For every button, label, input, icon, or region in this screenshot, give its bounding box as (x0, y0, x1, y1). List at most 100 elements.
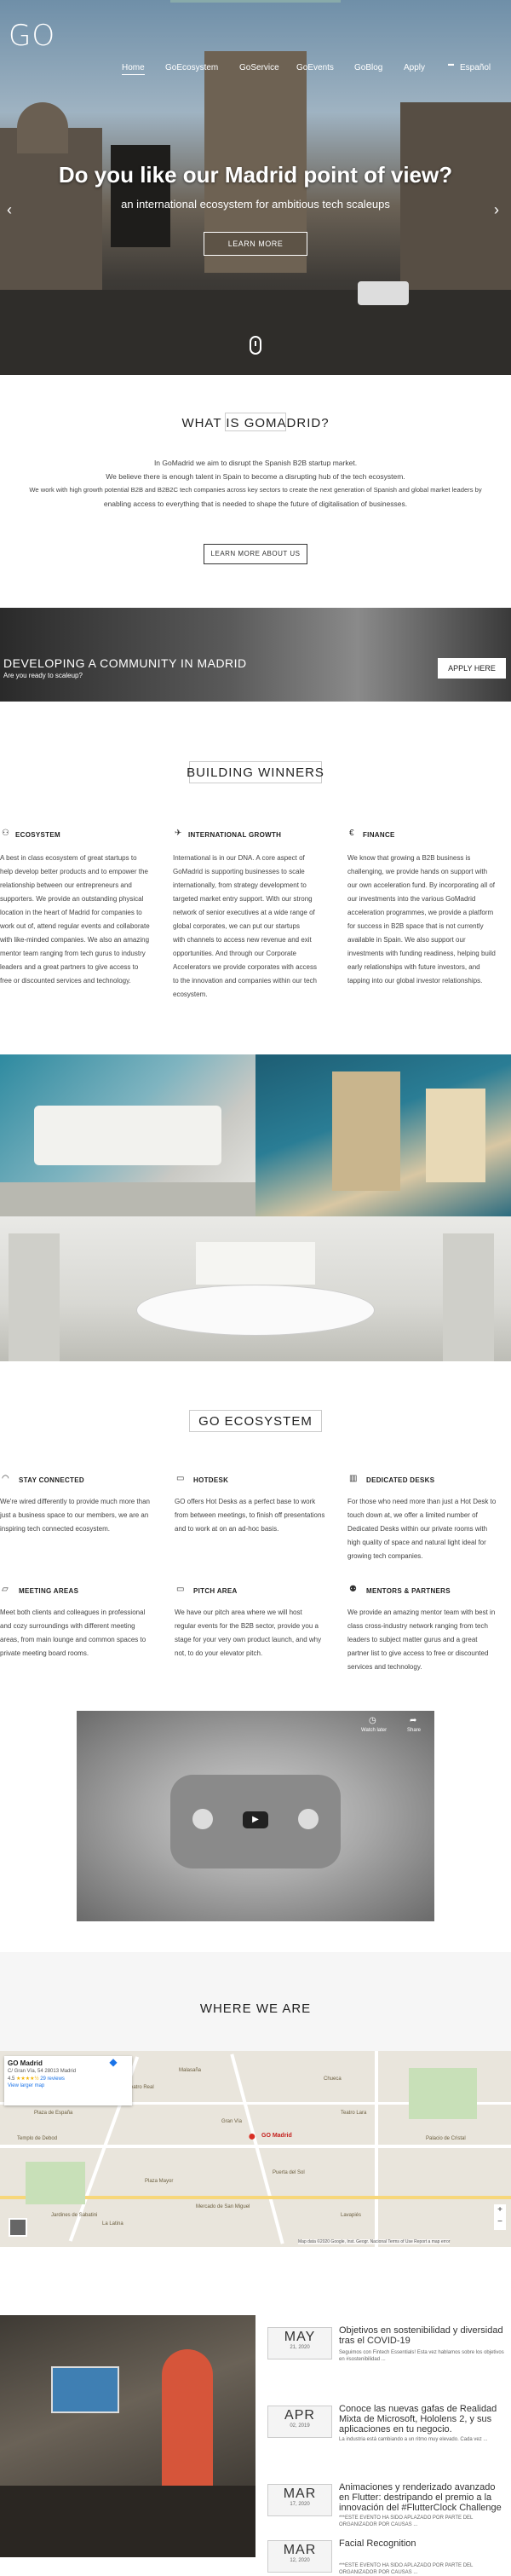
scroll-mouse-icon[interactable] (250, 336, 261, 355)
flag-icon: ▬ (448, 61, 454, 67)
nav-goservice[interactable]: GoService (239, 63, 279, 72)
event-date: MAY 21, 2020 (267, 2327, 332, 2359)
column-text: GoMadrid is supporting businesses to sca… (173, 868, 305, 875)
ecosystem-text: leaders to subject matter gurus and a gr… (347, 1636, 478, 1643)
column-text: network of senior executives at a wide r… (173, 909, 315, 916)
zoom-out-icon[interactable]: − (494, 2216, 506, 2228)
ecosystem-text: For those who need more than just a Hot … (347, 1498, 497, 1505)
share-icon[interactable]: ➦ (410, 1716, 416, 1725)
ecosystem-heading: MENTORS & PARTNERS (366, 1587, 451, 1595)
stars-icon: ★★★★½ (16, 2076, 39, 2082)
event-title[interactable]: Animaciones y renderizado avanzado en Fl… (339, 2482, 506, 2513)
ecosystem-text: inspiring tech connected ecosystem. (0, 1525, 110, 1533)
column-heading: FINANCE (363, 831, 395, 839)
plane-icon: ✈ (175, 829, 182, 838)
banner-title: DEVELOPING A COMMUNITY IN MADRID (3, 656, 247, 670)
event-month: APR (284, 2408, 315, 2423)
event-title[interactable]: Conoce las nuevas gafas de Realidad Mixt… (339, 2404, 506, 2434)
what-is-line-1: In GoMadrid we aim to disrupt the Spanis… (153, 459, 358, 467)
satellite-thumbnail[interactable] (9, 2218, 27, 2237)
car (358, 281, 409, 305)
column-text: location in the heart of Madrid for comp… (0, 909, 142, 916)
map-road (230, 2053, 284, 2244)
ecosystem-text: Meet both clients and colleagues in prof… (0, 1609, 146, 1616)
learn-more-button[interactable]: LEARN MORE (204, 232, 307, 256)
directions-icon[interactable]: ◆ (104, 2056, 123, 2075)
map-label: La Latina (102, 2221, 123, 2227)
ecosystem-text: stage for your very own product launch, … (175, 1636, 322, 1643)
column-text: our own acceleration fund. By incorporat… (347, 881, 495, 889)
map-label: Puerta del Sol (273, 2170, 305, 2175)
map-label: Lavapiés (341, 2213, 362, 2218)
zoom-controls[interactable]: + − (494, 2204, 506, 2230)
event-photo (0, 2315, 256, 2557)
what-is-title: WHAT IS GOMADRID? (181, 416, 330, 430)
chevron-left-icon[interactable]: ‹ (7, 201, 12, 219)
map-label: Mercado de San Miguel (196, 2204, 250, 2209)
office-photo-2 (256, 1054, 511, 1216)
reviews-link[interactable]: 29 reviews (40, 2076, 65, 2082)
laptop-icon: ▭ (176, 1474, 185, 1483)
logo[interactable]: GO (9, 19, 55, 53)
map-park (26, 2162, 85, 2204)
nav-language[interactable]: Español (460, 63, 491, 72)
ecosystem-heading: STAY CONNECTED (19, 1476, 84, 1484)
place-rating: 4.5 (8, 2076, 15, 2082)
column-text: help develop better products and to empo… (0, 868, 148, 875)
larger-map-link[interactable]: View larger map (8, 2083, 129, 2088)
hero-subtitle: an international ecosystem for ambitious… (121, 198, 390, 211)
meeting-icon: ▱ (2, 1585, 9, 1594)
ecosystem-text: high quality of space and natural light … (347, 1539, 486, 1546)
play-icon[interactable]: ▶ (243, 1811, 268, 1828)
event-description: La industria está cambiando a un ritmo m… (339, 2437, 488, 2442)
ecosystem-heading: PITCH AREA (193, 1587, 238, 1595)
ecosystem-text: We provide an amazing mentor team with b… (347, 1609, 496, 1616)
meeting-room-photo (0, 1216, 511, 1361)
event-description: ***ESTE EVENTO HA SIDO APLAZADO POR PART… (339, 2563, 474, 2575)
column-text: with like-minded companies. We also an a… (0, 936, 150, 944)
zoom-in-icon[interactable]: + (494, 2204, 506, 2216)
map[interactable]: Plaza de España Teatro Real Plaza Mayor Pue… (0, 2051, 511, 2247)
event-description: ***ESTE EVENTO HA SIDO APLAZADO POR PART… (339, 2515, 474, 2527)
wifi-icon: ◠ (2, 1474, 9, 1483)
nav-home[interactable]: Home (122, 63, 145, 75)
nav-goblog[interactable]: GoBlog (354, 63, 382, 72)
street (0, 290, 511, 375)
learn-more-about-us-button[interactable]: LEARN MORE ABOUT US (204, 544, 307, 564)
ecosystem-text: private meeting board rooms. (0, 1649, 89, 1657)
event-title[interactable]: Objetivos en sostenibilidad y diversidad… (339, 2325, 506, 2346)
what-is-line-4: enabling access to everything that is ne… (103, 500, 408, 508)
ecosystem-text: We're wired differently to provide much … (0, 1498, 150, 1505)
map-road (375, 2051, 378, 2247)
column-text: our investments into the various GoMadri… (347, 895, 476, 903)
map-label: Teatro Lara (341, 2111, 367, 2116)
column-text: acceleration programmes, we provide a pl… (347, 909, 494, 916)
column-text: leaders and a great partners to give acc… (0, 963, 139, 971)
ecosystem-icon: ⚇ (2, 829, 9, 838)
nav-goevents[interactable]: GoEvents (296, 63, 334, 72)
ecosystem-text: regular events for the B2B sector, provi… (175, 1622, 319, 1630)
nav-apply[interactable]: Apply (404, 63, 425, 72)
presentation-screen (51, 2366, 119, 2413)
video-player[interactable]: ▶ ◷ Watch later ➦ Share (77, 1711, 434, 1921)
watch-later-label[interactable]: Watch later (361, 1728, 387, 1733)
event-title[interactable]: Facial Recognition (339, 2538, 506, 2549)
share-label[interactable]: Share (407, 1728, 421, 1733)
apply-here-button[interactable]: APPLY HERE (438, 658, 506, 679)
chevron-right-icon[interactable]: › (494, 201, 499, 219)
nav-goecosystem[interactable]: GoEcosystem (165, 63, 218, 72)
event-month: MAY (284, 2330, 316, 2344)
ecosystem-text: and to work at on an ad-hoc basis. (175, 1525, 279, 1533)
pitch-icon: ▭ (176, 1585, 185, 1594)
event-description: Seguimos con Fintech Essentials! Esta ve… (339, 2350, 504, 2362)
column-text: We know that growing a B2B business is (347, 854, 471, 862)
map-pin-icon[interactable]: ● (248, 2129, 256, 2145)
ecosystem-text: growing tech companies. (347, 1552, 423, 1560)
column-text: work out of, attend regular events and c… (0, 922, 150, 930)
column-text: with channels to access new revenue and … (173, 936, 312, 944)
column-text: to the innovation and companies within o… (173, 977, 317, 985)
dome (17, 102, 68, 153)
building-winners-title: BUILDING WINNERS (187, 765, 324, 780)
clock-icon[interactable]: ◷ (369, 1716, 376, 1725)
column-text: global corporates, we can put our startu… (173, 922, 300, 930)
